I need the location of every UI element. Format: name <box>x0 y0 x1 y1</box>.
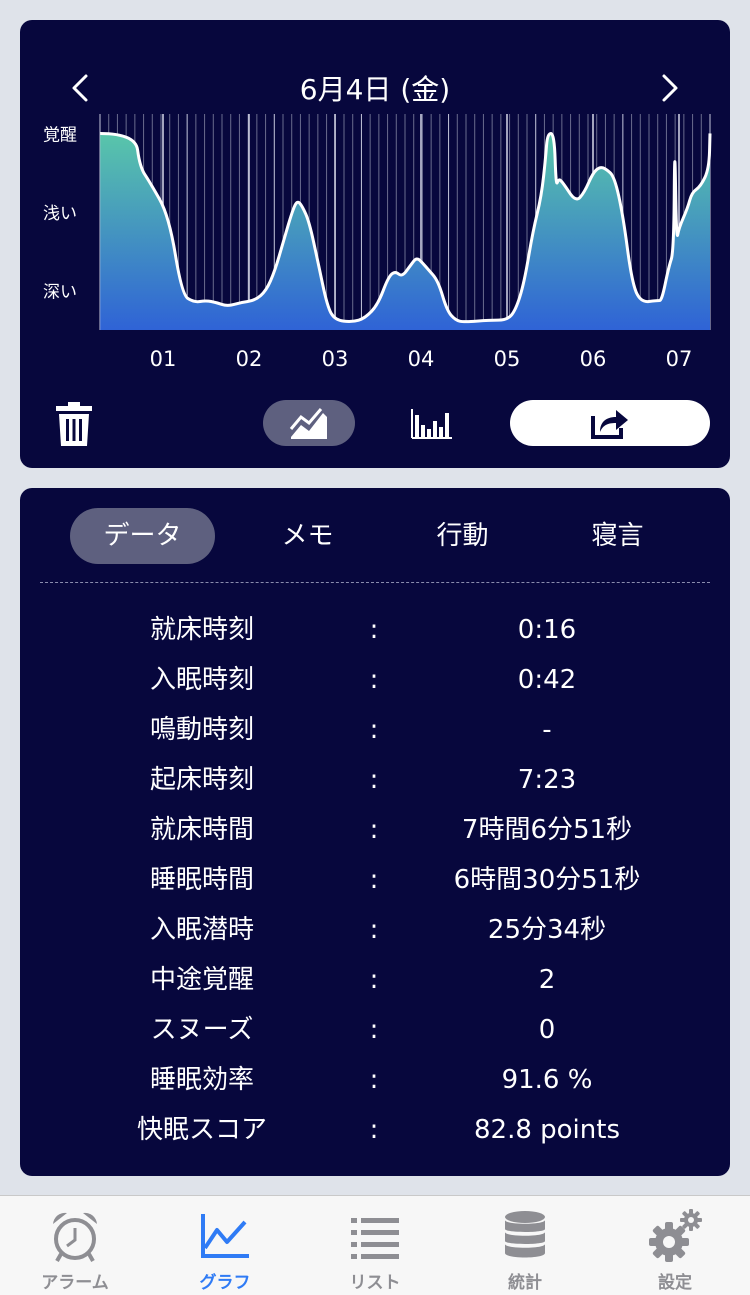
divider <box>40 582 710 583</box>
data-row-sleep-efficiency: 睡眠効率 : 91.6 % <box>20 1060 730 1100</box>
row-separator: : <box>369 865 379 895</box>
row-value: 0:16 <box>517 615 577 645</box>
y-level-label: 深い <box>43 283 77 303</box>
row-value: 82.8 points <box>473 1115 620 1145</box>
tabbar-label: リスト <box>349 1273 401 1293</box>
row-separator: : <box>369 1115 379 1145</box>
tabbar-label: グラフ <box>199 1273 251 1293</box>
database-icon <box>495 1208 555 1264</box>
x-tick-label: 07 <box>666 347 693 371</box>
row-separator: : <box>369 1015 379 1045</box>
graph-icon <box>195 1208 255 1264</box>
data-row-time-in-bed: 就床時間 : 7時間6分51秒 <box>20 810 730 850</box>
y-level-label: 浅い <box>43 204 77 224</box>
list-icon <box>345 1208 405 1264</box>
row-label: 入眠時刻 <box>149 665 254 695</box>
row-label: 鳴動時刻 <box>149 715 254 745</box>
row-label: 就床時刻 <box>149 615 254 645</box>
tab-sleeptalk[interactable]: 寝言 <box>545 508 690 564</box>
sleep-depth-chart: 覚醒浅い深い 01 02 03 04 05 06 07 <box>43 114 712 371</box>
x-tick-label: 01 <box>150 347 177 371</box>
row-value: 6時間30分51秒 <box>453 865 641 895</box>
row-label: 入眠潜時 <box>149 915 254 945</box>
tab-memo[interactable]: メモ <box>235 508 380 564</box>
row-label: スヌーズ <box>150 1015 254 1045</box>
row-value: 2 <box>538 965 556 995</box>
tabbar-item-stats[interactable]: 統計 <box>450 1196 600 1295</box>
tabbar-label: 統計 <box>508 1273 542 1293</box>
row-value: 0:42 <box>517 665 577 695</box>
x-tick-label: 03 <box>322 347 349 371</box>
data-row-awakenings: 中途覚醒 : 2 <box>20 960 730 1000</box>
y-level-label: 覚醒 <box>43 125 77 145</box>
row-value: 7:23 <box>517 765 577 795</box>
x-tick-label: 02 <box>236 347 263 371</box>
sleep-graph-card: 6月4日 (金) 覚醒 浅い 深い 01 02 03 04 05 06 07 <box>20 20 730 468</box>
row-label: 就床時間 <box>149 815 254 845</box>
line-graph-button[interactable] <box>263 400 355 446</box>
delete-button[interactable] <box>52 400 96 448</box>
tabbar-label: アラーム <box>41 1273 109 1293</box>
data-row-sleep-score: 快眠スコア : 82.8 points <box>20 1110 730 1150</box>
row-separator: : <box>369 765 379 795</box>
data-row-wake-time: 起床時刻 : 7:23 <box>20 760 730 800</box>
data-row-bedtime: 就床時刻 : 0:16 <box>20 610 730 650</box>
row-separator: : <box>369 1065 379 1095</box>
row-label: 快眠スコア <box>136 1115 267 1145</box>
data-row-snooze: スヌーズ : 0 <box>20 1010 730 1050</box>
sleep-data-card: データ メモ 行動 寝言 就床時刻 : 0:16 入眠時刻 : 0:42 鳴動時… <box>20 488 730 1176</box>
row-value: 0 <box>538 1015 556 1045</box>
trash-icon <box>56 402 92 446</box>
row-value: 7時間6分51秒 <box>461 815 633 845</box>
row-value: 25分34秒 <box>487 915 607 945</box>
data-row-sleep-latency: 入眠潜時 : 25分34秒 <box>20 910 730 950</box>
alarm-clock-icon <box>45 1208 105 1264</box>
tabbar-item-list[interactable]: リスト <box>300 1196 450 1295</box>
tabbar-item-graph[interactable]: グラフ <box>150 1196 300 1295</box>
line-graph-icon <box>289 408 327 439</box>
x-tick-label: 05 <box>494 347 521 371</box>
data-row-alarm-time: 鳴動時刻 : - <box>20 710 730 750</box>
row-label: 中途覚醒 <box>149 965 254 995</box>
x-tick-label: 04 <box>408 347 435 371</box>
tabbar-label: 設定 <box>658 1273 692 1293</box>
row-value: - <box>542 715 552 745</box>
x-tick-label: 06 <box>580 347 607 371</box>
bottom-tab-bar: アラーム グラフ リスト 統計 設定 <box>0 1195 750 1295</box>
data-row-sleep-onset: 入眠時刻 : 0:42 <box>20 660 730 700</box>
tab-data[interactable]: データ <box>70 508 215 564</box>
row-separator: : <box>369 715 379 745</box>
tabbar-item-settings[interactable]: 設定 <box>600 1196 750 1295</box>
row-label: 起床時刻 <box>149 765 254 795</box>
row-separator: : <box>369 915 379 945</box>
row-separator: : <box>369 615 379 645</box>
share-button[interactable] <box>510 400 710 446</box>
row-label: 睡眠効率 <box>149 1065 254 1095</box>
data-row-sleep-time: 睡眠時間 : 6時間30分51秒 <box>20 860 730 900</box>
bar-graph-icon <box>411 409 452 439</box>
tabbar-item-alarm[interactable]: アラーム <box>0 1196 150 1295</box>
row-label: 睡眠時間 <box>149 865 254 895</box>
share-icon <box>591 410 628 439</box>
row-separator: : <box>369 815 379 845</box>
bar-graph-button[interactable] <box>400 400 464 446</box>
row-separator: : <box>369 665 379 695</box>
row-separator: : <box>369 965 379 995</box>
gear-icon <box>645 1208 705 1264</box>
row-value: 91.6 % <box>501 1065 593 1095</box>
tab-action[interactable]: 行動 <box>390 508 535 564</box>
